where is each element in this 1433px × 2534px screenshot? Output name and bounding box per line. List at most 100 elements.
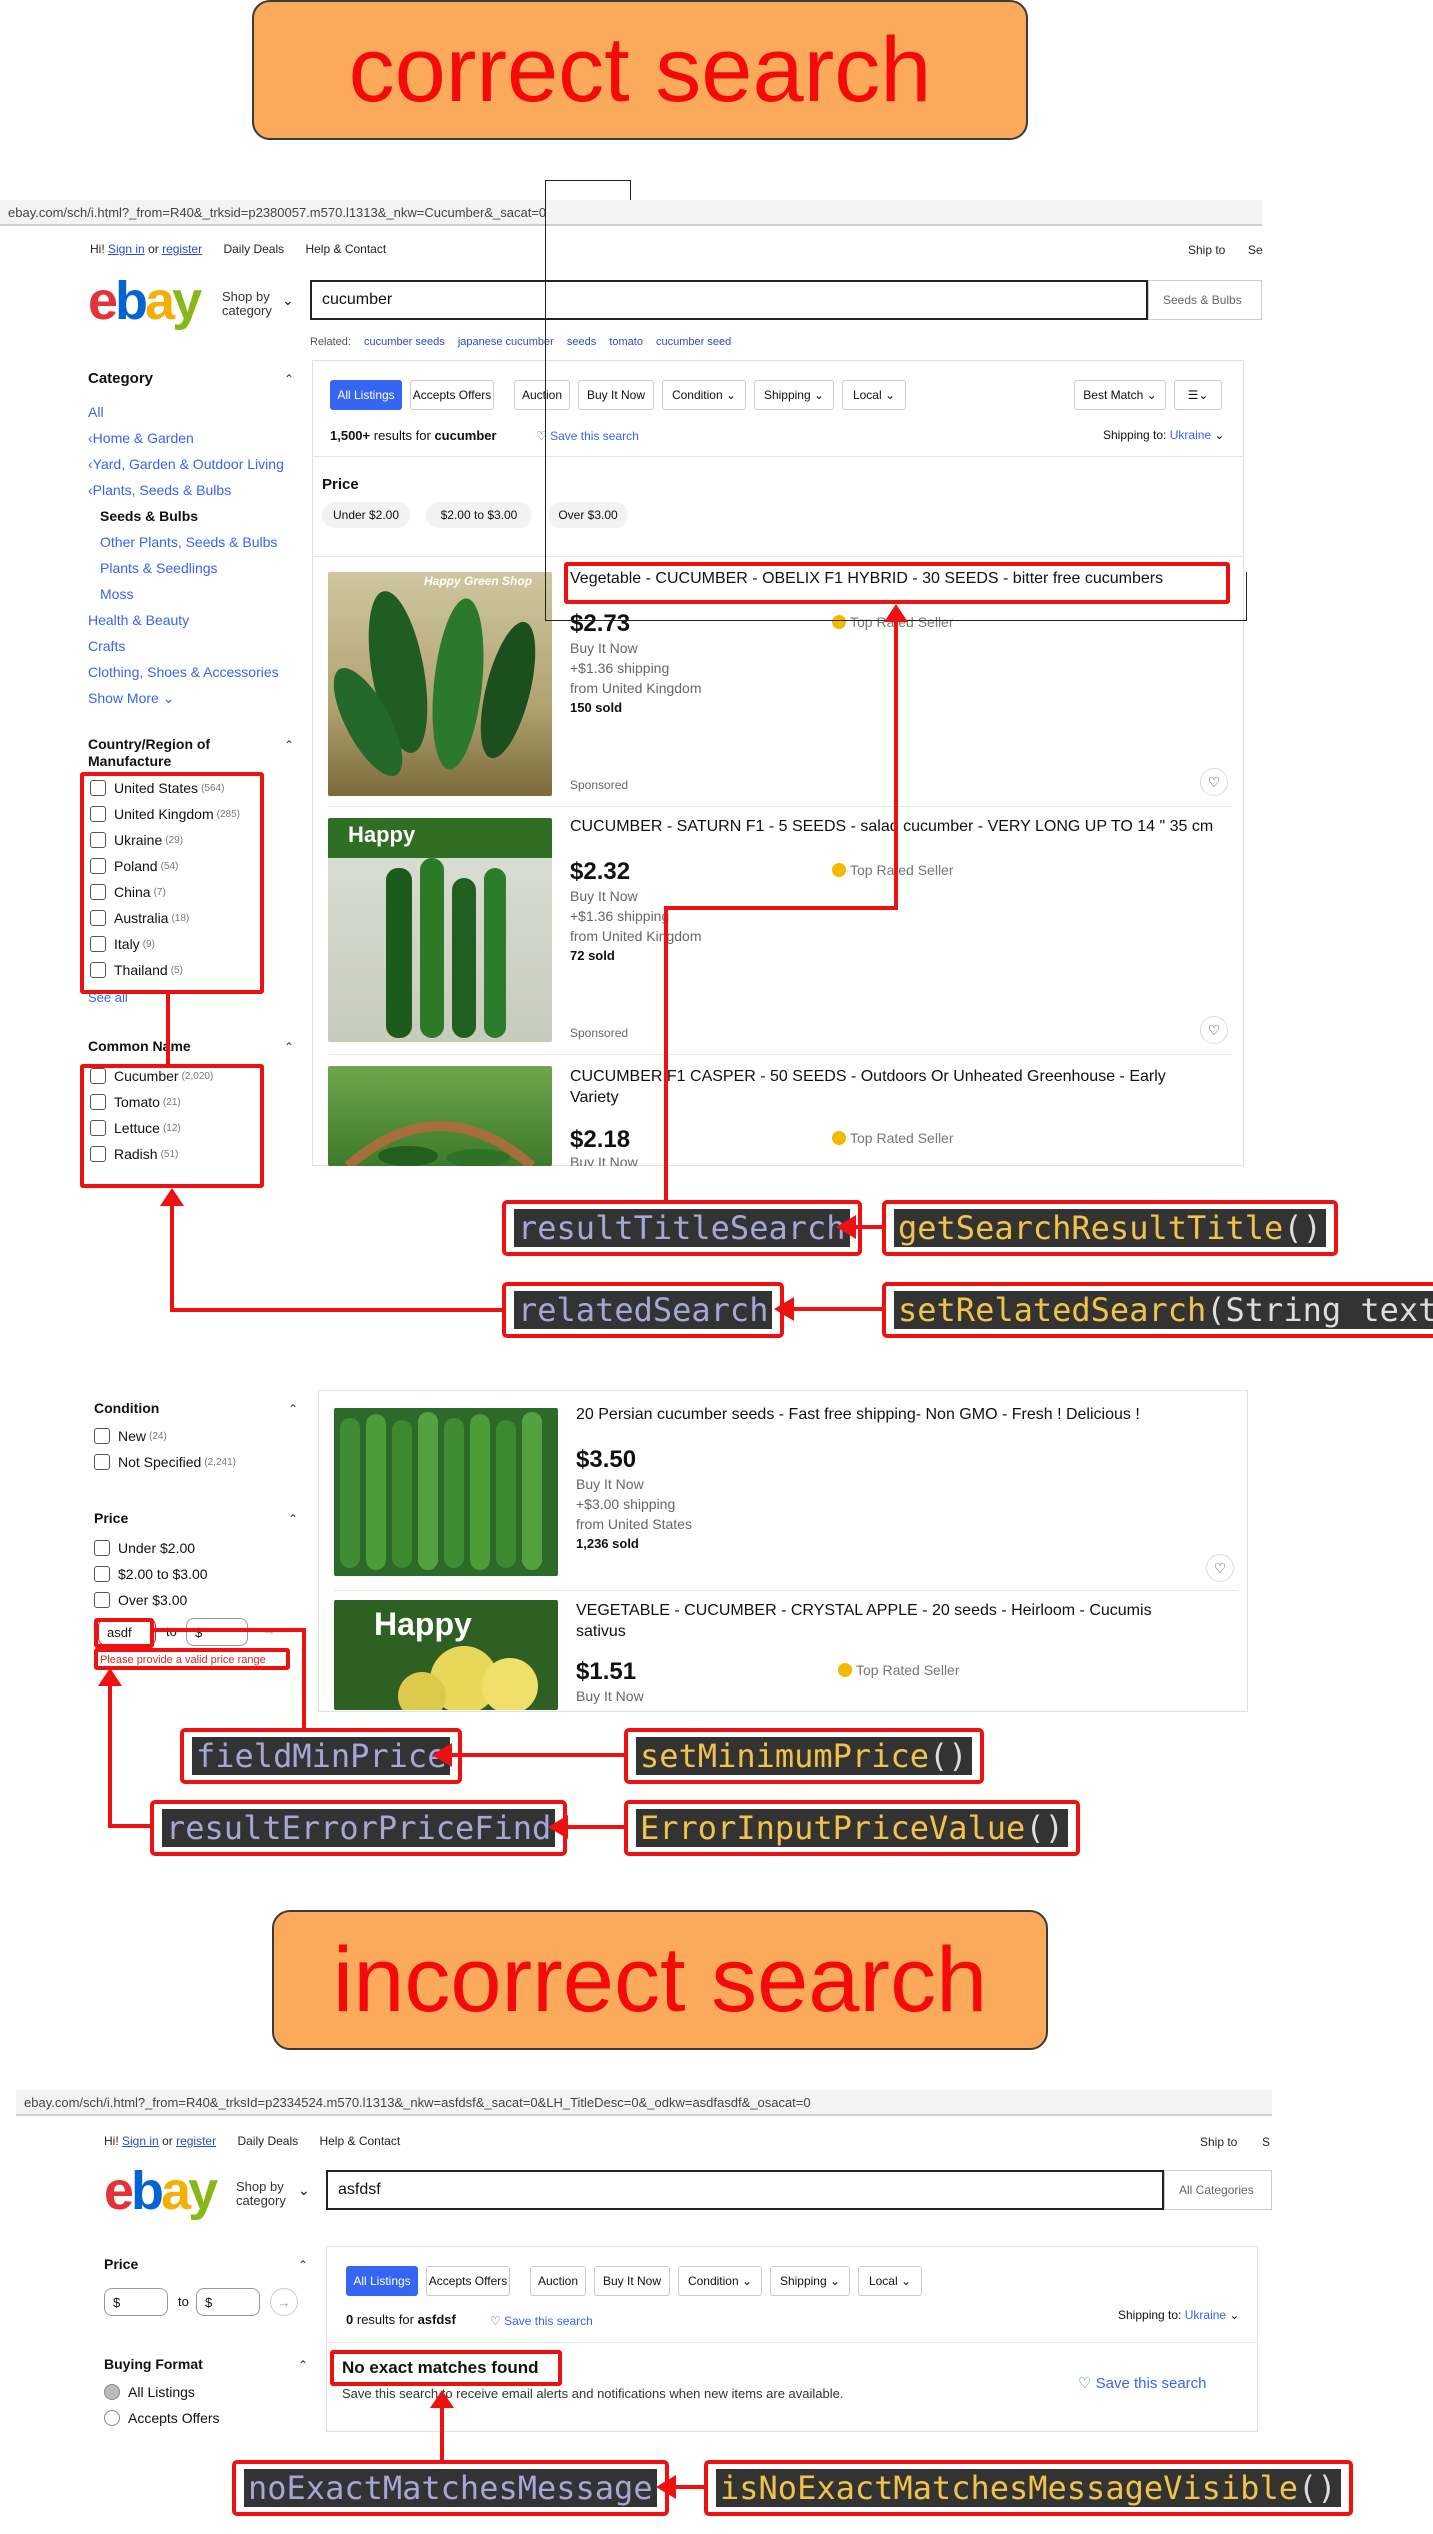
item-image[interactable]: Happy Green Shop [328,572,552,796]
checkbox[interactable] [94,1454,110,1470]
category-heading[interactable]: Category [88,370,153,387]
collapse-icon[interactable]: ⌃ [298,2358,308,2372]
condition-heading[interactable]: Condition [94,1400,159,1416]
daily-deals-link[interactable]: Daily Deals [223,242,284,256]
min-price-input[interactable]: $ [104,2288,168,2316]
related-link[interactable]: cucumber seed [656,336,731,348]
sign-in-link[interactable]: Sign in [108,242,145,256]
subcat-plants-seedlings[interactable]: Plants & Seedlings [100,560,218,576]
radio[interactable] [104,2410,120,2426]
collapse-icon[interactable]: ⌃ [284,372,294,386]
result-title[interactable]: CUCUMBER - SATURN F1 - 5 SEEDS - salad c… [570,818,1213,836]
price-checkbox[interactable]: $2.00 to $3.00 [94,1566,208,1582]
search-input[interactable]: asfdsf [326,2170,1164,2210]
filter-buy-it-now[interactable]: Buy It Now [578,380,654,410]
filter-local[interactable]: Local ⌄ [842,380,906,410]
watch-heart-button[interactable]: ♡ [1206,1554,1234,1582]
collapse-icon[interactable]: ⌃ [284,738,294,752]
category-all[interactable]: All [88,404,104,420]
cat-crafts[interactable]: Crafts [88,638,125,654]
checkbox[interactable] [94,1592,110,1608]
common-name-heading[interactable]: Common Name [88,1038,191,1054]
save-search-link[interactable]: ♡ Save this search [490,2314,593,2328]
ebay-logo[interactable]: ebay [88,270,202,332]
related-link[interactable]: tomato [609,336,643,348]
watch-heart-button[interactable]: ♡ [1200,768,1228,796]
item-image[interactable] [328,1066,552,1166]
cat-clothing[interactable]: Clothing, Shoes & Accessories [88,664,279,680]
filter-all-listings[interactable]: All Listings [330,380,402,410]
condition-checkbox[interactable]: Not Specified (2,241) [94,1454,236,1470]
price-heading[interactable]: Price [94,1510,128,1526]
price-heading[interactable]: Price [104,2256,138,2272]
max-price-input[interactable]: $ [186,1618,248,1646]
radio[interactable] [104,2384,120,2400]
filter-all-listings[interactable]: All Listings [346,2266,418,2296]
price-checkbox[interactable]: Under $2.00 [94,1540,195,1556]
ebay-logo[interactable]: ebay [104,2160,218,2222]
shop-by-category-button[interactable]: Shop by category [222,290,272,318]
collapse-icon[interactable]: ⌃ [298,2258,308,2272]
result-title[interactable]: 20 Persian cucumber seeds - Fast free sh… [576,1406,1140,1424]
filter-shipping[interactable]: Shipping ⌄ [770,2266,850,2296]
sign-in-link[interactable]: Sign in [122,2134,159,2148]
filter-condition[interactable]: Condition ⌄ [678,2266,762,2296]
item-image[interactable]: Happy [334,1600,558,1710]
checkbox[interactable] [94,1540,110,1556]
checkbox[interactable] [94,1566,110,1582]
save-search-button[interactable]: ♡ Save this search [1078,2374,1207,2392]
price-chip[interactable]: Over $3.00 [548,502,628,528]
ship-to-link[interactable]: Ship to [1200,2135,1237,2149]
collapse-icon[interactable]: ⌃ [288,1402,298,1416]
price-checkbox[interactable]: Over $3.00 [94,1592,187,1608]
ship-to-link[interactable]: Ship to [1188,243,1225,257]
related-link[interactable]: japanese cucumber [458,336,554,348]
help-contact-link[interactable]: Help & Contact [305,242,386,256]
save-search-link[interactable]: ♡ Save this search [536,429,639,443]
help-contact-link[interactable]: Help & Contact [319,2134,400,2148]
address-bar[interactable]: ebay.com/sch/i.html?_from=R40&_trksId=p2… [16,2090,1272,2116]
filter-accepts-offers[interactable]: Accepts Offers [410,380,494,410]
filter-buy-it-now[interactable]: Buy It Now [594,2266,670,2296]
related-link[interactable]: cucumber seeds [364,336,445,348]
cat-health-beauty[interactable]: Health & Beauty [88,612,189,628]
register-link[interactable]: register [162,242,202,256]
condition-checkbox[interactable]: New (24) [94,1428,167,1444]
max-price-input[interactable]: $ [196,2288,260,2316]
submit-price-button[interactable]: → [270,2288,298,2316]
filter-local[interactable]: Local ⌄ [858,2266,922,2296]
shop-by-category-button[interactable]: Shop by category [236,2180,286,2208]
sort-select[interactable]: Best Match ⌄ [1074,380,1166,410]
crumb-yard-garden[interactable]: ‹Yard, Garden & Outdoor Living [88,456,284,472]
price-chip[interactable]: $2.00 to $3.00 [426,502,532,528]
filter-auction[interactable]: Auction [530,2266,586,2296]
collapse-icon[interactable]: ⌃ [284,1040,294,1054]
collapse-icon[interactable]: ⌃ [288,1512,298,1526]
category-select[interactable]: All Categories [1164,2170,1272,2210]
search-input[interactable]: cucumber [310,280,1148,320]
crumb-plants-seeds[interactable]: ‹Plants, Seeds & Bulbs [88,482,231,498]
checkbox[interactable] [94,1428,110,1444]
address-bar[interactable]: ebay.com/sch/i.html?_from=R40&_trksid=p2… [0,200,1262,226]
register-link[interactable]: register [176,2134,216,2148]
subcat-moss[interactable]: Moss [100,586,133,602]
daily-deals-link[interactable]: Daily Deals [237,2134,298,2148]
category-select[interactable]: Seeds & Bulbs [1148,280,1262,320]
filter-auction[interactable]: Auction [514,380,570,410]
filter-accepts-offers[interactable]: Accepts Offers [426,2266,510,2296]
show-more-link[interactable]: Show More ⌄ [88,690,174,707]
view-toggle[interactable]: ☰⌄ [1174,380,1222,410]
shipping-to[interactable]: Shipping to: Ukraine ⌄ [1118,2308,1239,2322]
buying-format-radio[interactable]: Accepts Offers [104,2410,220,2426]
buying-format-radio[interactable]: All Listings [104,2384,195,2400]
crumb-home-garden[interactable]: ‹Home & Garden [88,430,194,446]
buying-format-heading[interactable]: Buying Format [104,2356,203,2372]
watch-heart-button[interactable]: ♡ [1200,1016,1228,1044]
result-title[interactable]: VEGETABLE - CUCUMBER - CRYSTAL APPLE - 2… [576,1600,1196,1642]
subcat-other-plants[interactable]: Other Plants, Seeds & Bulbs [100,534,277,550]
filter-condition[interactable]: Condition ⌄ [662,380,746,410]
shipping-to[interactable]: Shipping to: Ukraine ⌄ [1103,428,1224,442]
filter-shipping[interactable]: Shipping ⌄ [754,380,834,410]
item-image[interactable] [334,1408,558,1576]
country-heading[interactable]: Country/Region of Manufacture [88,736,238,770]
